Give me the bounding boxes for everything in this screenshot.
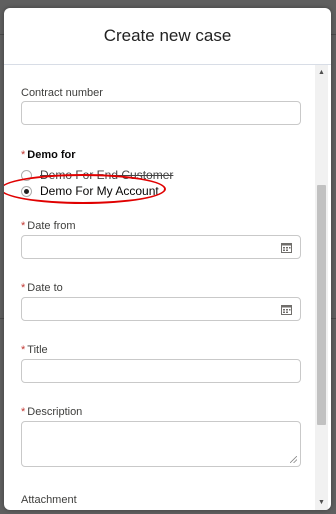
create-case-modal: Create new case Contract number * Demo fo…	[4, 8, 331, 510]
contract-number-label: Contract number	[21, 87, 103, 99]
date-from-input[interactable]	[21, 235, 301, 259]
date-from-label: * Date from	[21, 220, 76, 232]
modal-body: Contract number * Demo for Demo For End C…	[4, 65, 314, 510]
scroll-down-arrow-icon[interactable]: ▼	[318, 499, 325, 506]
demo-for-label: * Demo for	[21, 149, 76, 161]
description-textarea[interactable]	[21, 421, 301, 467]
contract-number-input[interactable]	[21, 101, 301, 125]
date-to-label: * Date to	[21, 282, 63, 294]
modal-header: Create new case	[4, 8, 331, 65]
title-label: * Title	[21, 344, 48, 356]
modal-title: Create new case	[103, 26, 232, 45]
scroll-up-arrow-icon[interactable]: ▲	[318, 69, 325, 76]
date-to-input[interactable]	[21, 297, 301, 321]
calendar-icon[interactable]	[281, 242, 292, 253]
resize-handle-icon[interactable]	[290, 456, 297, 463]
title-input[interactable]	[21, 359, 301, 383]
required-mark: *	[21, 149, 26, 161]
description-label: * Description	[21, 406, 83, 418]
scrollbar-thumb[interactable]	[317, 185, 326, 425]
calendar-icon[interactable]	[281, 304, 292, 315]
attachment-label: Attachment	[21, 494, 77, 506]
red-highlight-ellipse	[4, 174, 166, 204]
modal-scrollbar[interactable]: ▲ ▼	[315, 65, 328, 510]
